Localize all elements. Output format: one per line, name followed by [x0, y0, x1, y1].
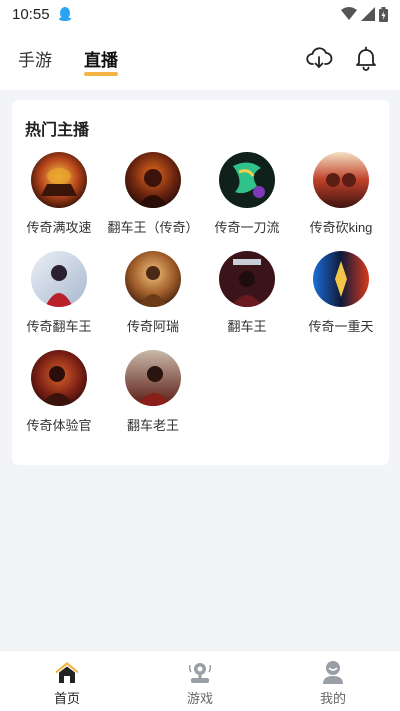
active-tab-indicator — [84, 72, 118, 76]
avatar — [219, 251, 275, 307]
tab-live[interactable]: 直播 — [80, 46, 122, 76]
streamer-grid: 传奇满攻速 翻车王（传奇） 传奇一刀流 传奇砍king 传奇翻车王 传奇阿瑞 翻… — [12, 152, 389, 449]
nav-home[interactable]: 首页 — [27, 659, 107, 707]
qq-icon — [58, 7, 71, 21]
streamer-item[interactable]: 翻车王（传奇） — [106, 152, 200, 251]
status-icons — [341, 6, 388, 22]
streamer-item[interactable]: 传奇满攻速 — [12, 152, 106, 251]
tab-label: 直播 — [84, 51, 118, 70]
avatar — [31, 251, 87, 307]
bell-icon[interactable] — [352, 44, 380, 72]
hot-streamers-card: 热门主播 传奇满攻速 翻车王（传奇） 传奇一刀流 传奇砍king 传奇翻车王 传… — [12, 100, 389, 465]
streamer-item[interactable]: 传奇一重天 — [294, 251, 388, 350]
nav-label: 首页 — [53, 691, 80, 706]
tab-mobile-games[interactable]: 手游 — [14, 46, 56, 71]
nav-games[interactable]: 游戏 — [160, 659, 240, 707]
streamer-item[interactable]: 翻车王 — [200, 251, 294, 350]
streamer-name: 传奇体验官 — [26, 418, 92, 433]
avatar — [31, 152, 87, 208]
home-icon — [56, 662, 78, 683]
streamer-name: 传奇砍king — [309, 220, 373, 235]
streamer-name: 传奇翻车王 — [26, 319, 92, 334]
streamer-name: 传奇一重天 — [308, 319, 374, 334]
bottom-nav: 首页 游戏 我的 — [0, 650, 400, 711]
streamer-name: 传奇阿瑞 — [126, 319, 179, 334]
streamer-item[interactable]: 翻车老王 — [106, 350, 200, 449]
section-title: 热门主播 — [25, 122, 90, 139]
top-nav: 手游 直播 — [0, 28, 400, 90]
tab-label: 手游 — [18, 51, 52, 70]
streamer-name: 传奇一刀流 — [214, 220, 280, 235]
signal-icon — [361, 7, 375, 21]
status-bar: 10:55 — [0, 0, 400, 28]
avatar — [313, 251, 369, 307]
avatar — [313, 152, 369, 208]
avatar — [31, 350, 87, 406]
streamer-item[interactable]: 传奇翻车王 — [12, 251, 106, 350]
streamer-name: 翻车老王 — [126, 418, 179, 433]
streamer-name: 传奇满攻速 — [26, 220, 92, 235]
nav-label: 游戏 — [186, 691, 213, 706]
status-time: 10:55 — [12, 5, 50, 23]
streamer-name: 翻车王（传奇） — [107, 220, 199, 235]
nav-label: 我的 — [319, 691, 346, 706]
joystick-icon — [188, 663, 212, 683]
streamer-item[interactable]: 传奇体验官 — [12, 350, 106, 449]
streamer-item[interactable]: 传奇阿瑞 — [106, 251, 200, 350]
avatar — [125, 251, 181, 307]
streamer-item[interactable]: 传奇一刀流 — [200, 152, 294, 251]
streamer-name: 翻车王 — [227, 319, 267, 334]
nav-mine[interactable]: 我的 — [293, 659, 373, 707]
battery-icon — [379, 6, 388, 22]
wifi-icon — [341, 7, 357, 20]
avatar — [219, 152, 275, 208]
download-icon[interactable] — [305, 44, 333, 72]
user-icon — [323, 661, 343, 684]
avatar — [125, 152, 181, 208]
avatar — [125, 350, 181, 406]
streamer-item[interactable]: 传奇砍king — [294, 152, 388, 251]
